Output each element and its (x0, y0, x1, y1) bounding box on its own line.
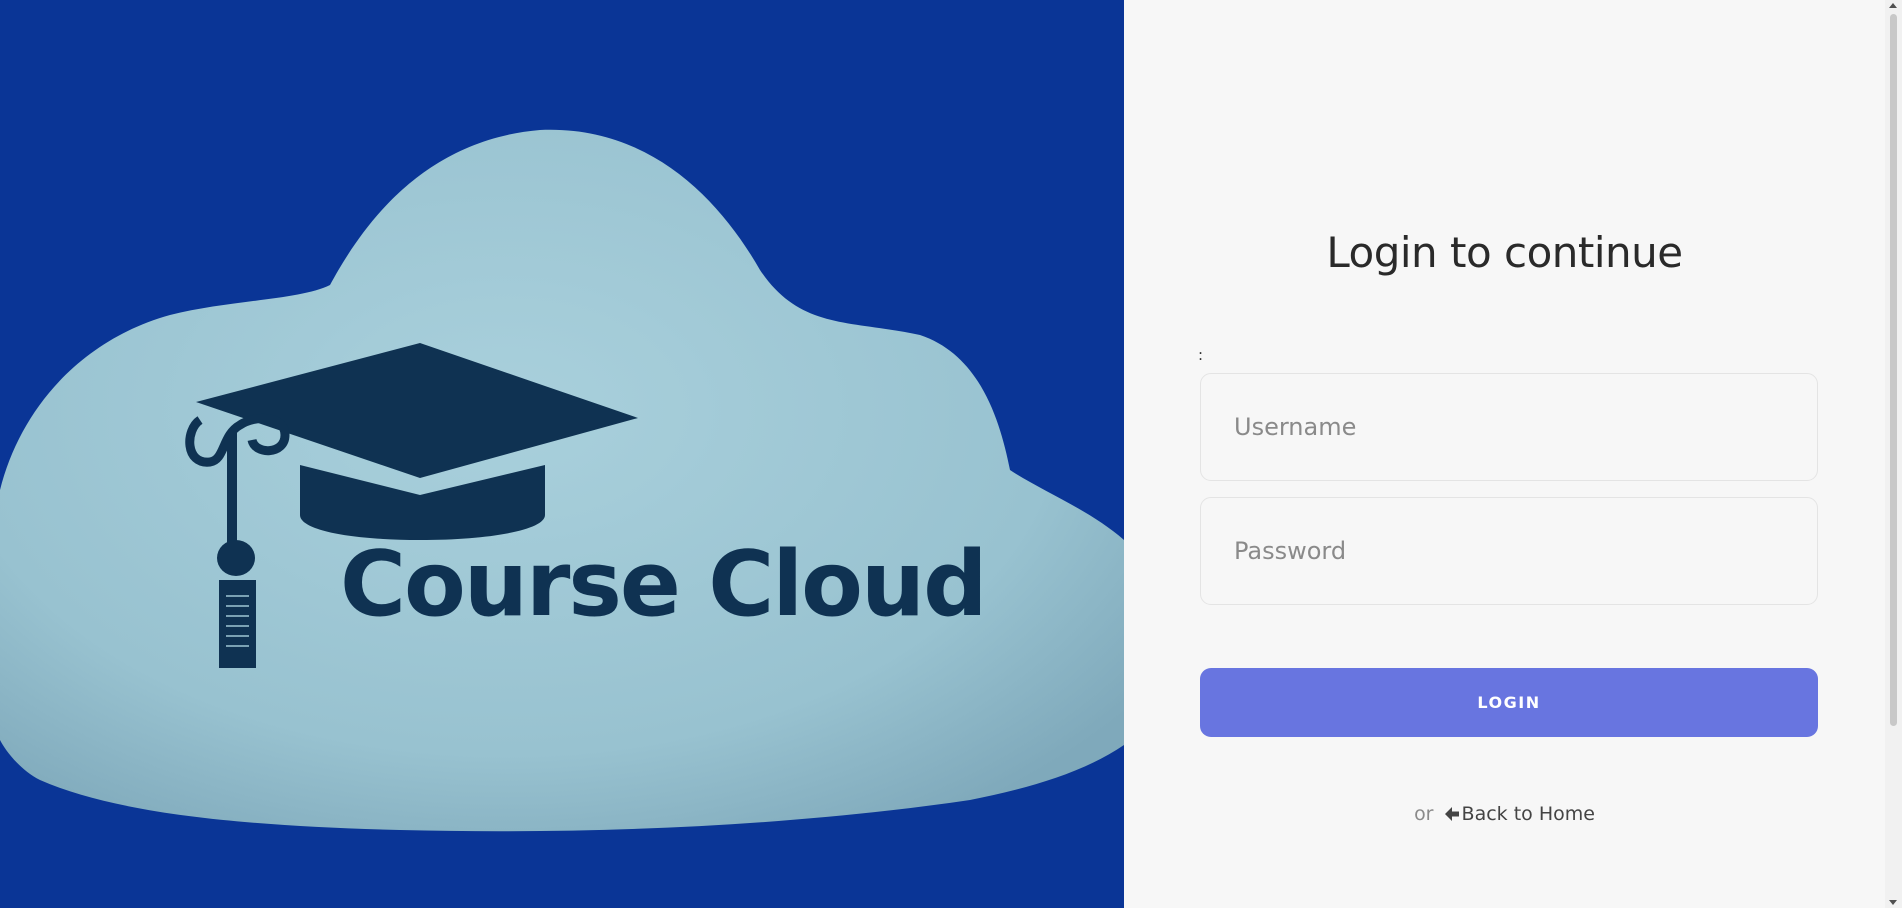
back-home-row: or Back to Home (1124, 803, 1885, 825)
back-to-home-label: Back to Home (1461, 803, 1595, 825)
login-title: Login to continue (1326, 228, 1683, 277)
scroll-down-icon[interactable] (1889, 900, 1897, 905)
scroll-thumb[interactable] (1890, 14, 1897, 726)
login-page: Course Cloud Login to continue : LOGIN o… (0, 0, 1902, 908)
username-input[interactable] (1200, 373, 1818, 481)
cloud-illustration (0, 129, 1124, 832)
login-button[interactable]: LOGIN (1200, 668, 1818, 737)
hero-image: Course Cloud (0, 0, 1124, 908)
scroll-up-icon[interactable] (1889, 3, 1897, 8)
back-to-home-link[interactable]: Back to Home (1440, 803, 1595, 825)
login-panel: Login to continue : LOGIN or Back to Hom… (1124, 0, 1902, 908)
tassel-fringe (219, 580, 256, 668)
cloud-shape (0, 129, 1124, 832)
brand-name: Course Cloud (340, 532, 988, 637)
arrow-left-icon (1444, 807, 1459, 821)
stray-label: : (1198, 346, 1204, 364)
scrollbar[interactable] (1885, 0, 1902, 908)
back-prefix: or (1414, 803, 1434, 825)
password-input[interactable] (1200, 497, 1818, 605)
